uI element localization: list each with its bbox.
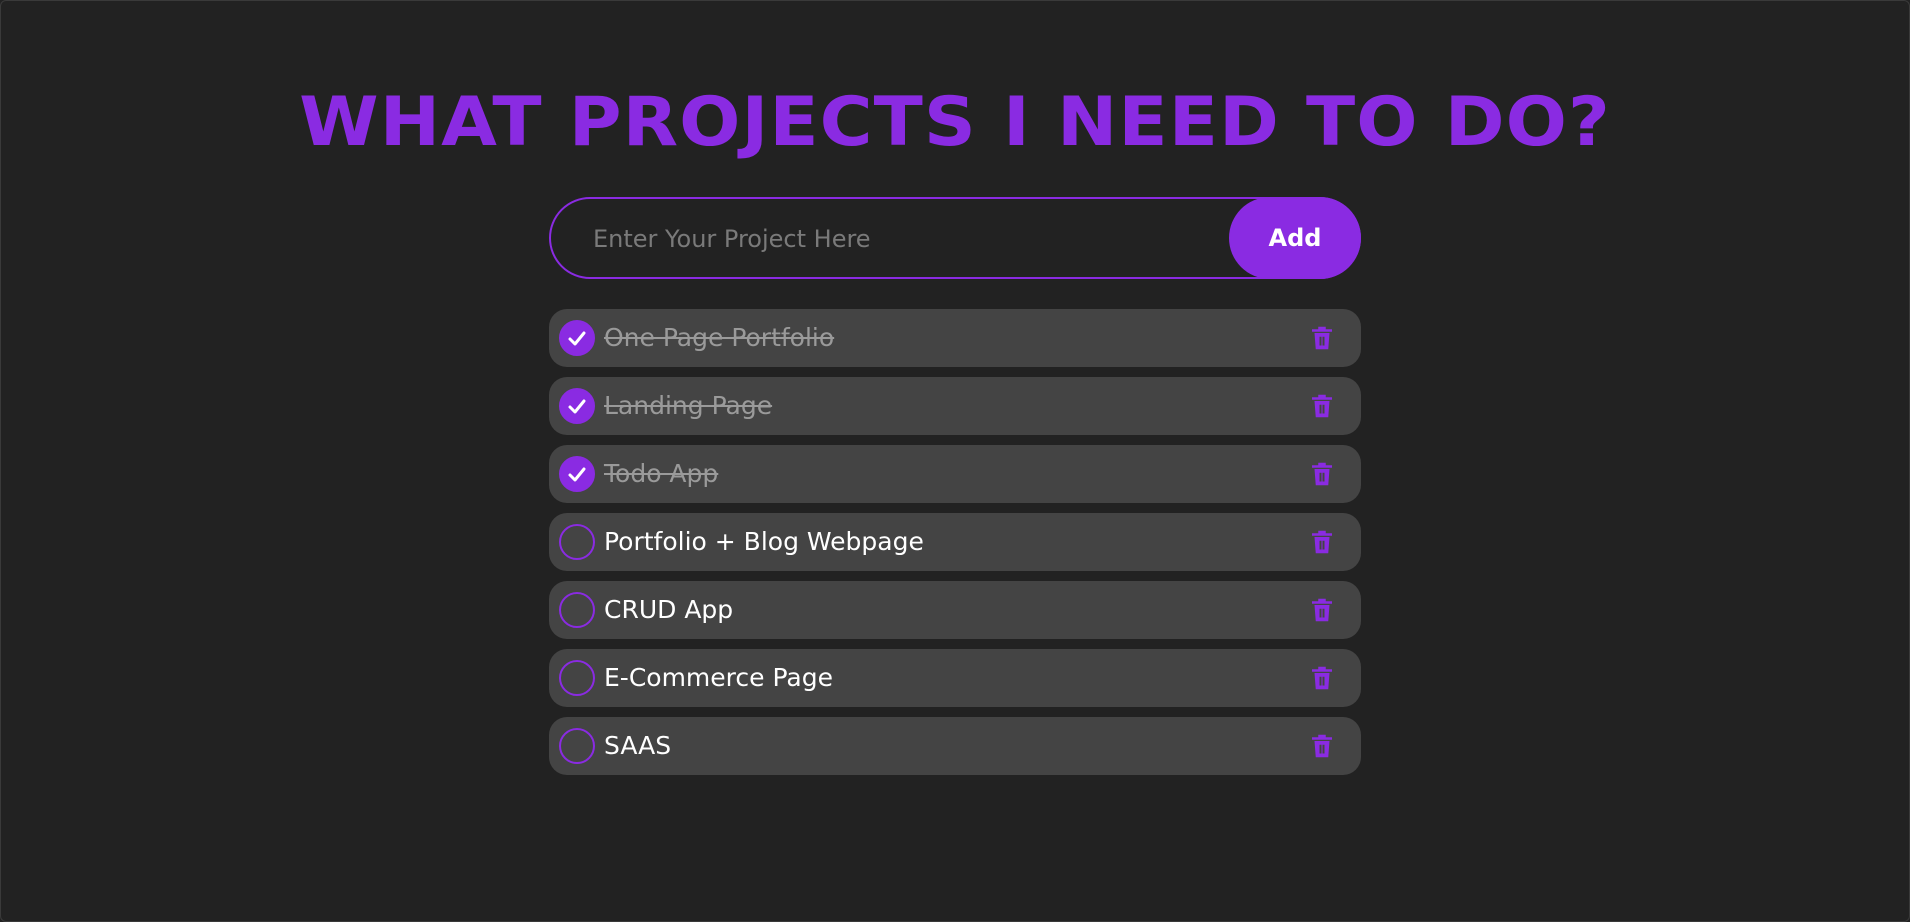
checkbox[interactable] — [559, 388, 595, 424]
trash-icon[interactable] — [1307, 527, 1337, 557]
trash-icon[interactable] — [1307, 663, 1337, 693]
project-input[interactable] — [591, 199, 1235, 279]
trash-icon[interactable] — [1307, 323, 1337, 353]
trash-icon[interactable] — [1307, 595, 1337, 625]
page-title: WHAT PROJECTS I NEED TO DO? — [299, 83, 1611, 162]
todo-label: Portfolio + Blog Webpage — [604, 527, 924, 556]
todo-item: E-Commerce Page — [549, 649, 1361, 707]
trash-icon[interactable] — [1307, 731, 1337, 761]
checkbox[interactable] — [559, 456, 595, 492]
todo-label: CRUD App — [604, 595, 734, 624]
trash-icon[interactable] — [1307, 391, 1337, 421]
check-icon — [568, 331, 586, 346]
todo-item: Todo App — [549, 445, 1361, 503]
todo-label: Todo App — [604, 459, 719, 488]
add-button[interactable]: Add — [1229, 197, 1361, 279]
todo-item: Portfolio + Blog Webpage — [549, 513, 1361, 571]
todo-label: One Page Portfolio — [604, 323, 835, 352]
todo-list: One Page Portfolio Landing Page Todo App… — [549, 309, 1361, 785]
trash-icon[interactable] — [1307, 459, 1337, 489]
add-project-form: Add — [549, 197, 1361, 279]
app-window: WHAT PROJECTS I NEED TO DO? Add One Page… — [0, 0, 1910, 922]
todo-label: SAAS — [604, 731, 672, 760]
check-icon — [568, 467, 586, 482]
checkbox[interactable] — [559, 660, 595, 696]
todo-item: One Page Portfolio — [549, 309, 1361, 367]
todo-label: E-Commerce Page — [604, 663, 833, 692]
checkbox[interactable] — [559, 320, 595, 356]
todo-item: CRUD App — [549, 581, 1361, 639]
checkbox[interactable] — [559, 728, 595, 764]
todo-item: Landing Page — [549, 377, 1361, 435]
todo-item: SAAS — [549, 717, 1361, 775]
checkbox[interactable] — [559, 592, 595, 628]
check-icon — [568, 399, 586, 414]
todo-label: Landing Page — [604, 391, 773, 420]
checkbox[interactable] — [559, 524, 595, 560]
